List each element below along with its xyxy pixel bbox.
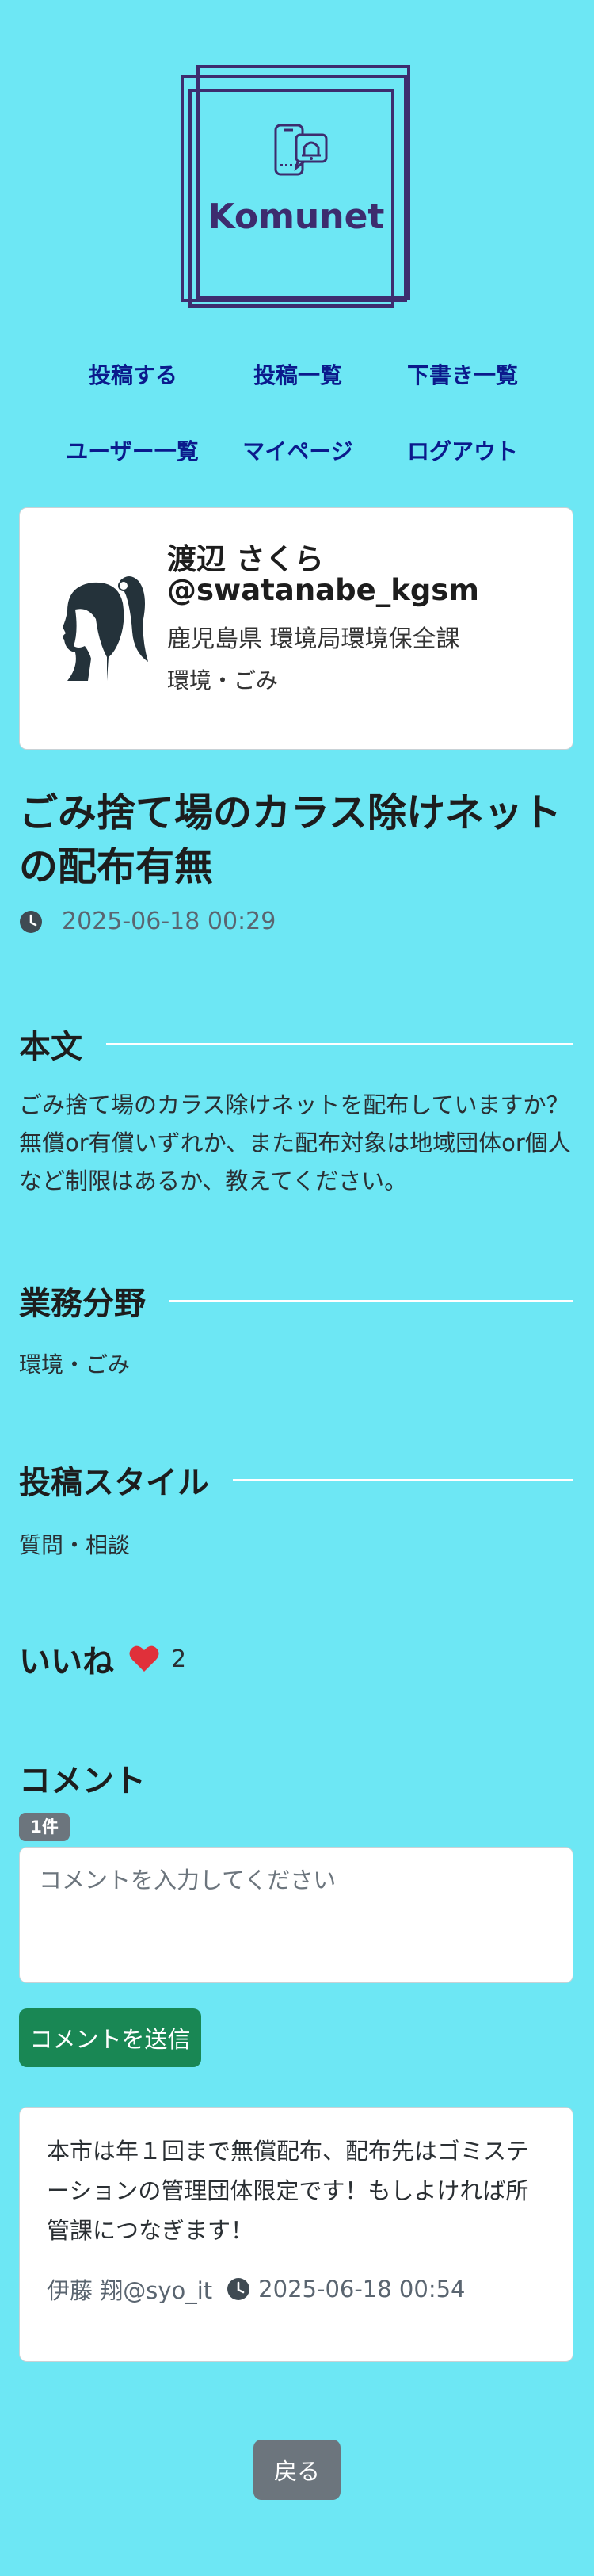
clock-icon [20, 910, 42, 933]
section-divider [169, 1299, 573, 1302]
body-heading-text: 本文 [19, 1029, 82, 1065]
like-count: 2 [171, 1645, 187, 1673]
comment-submit-button[interactable]: コメントを送信 [19, 2008, 201, 2067]
heart-icon[interactable] [128, 1645, 160, 1673]
post-date-row: 2025-06-18 00:29 [19, 908, 276, 935]
author-organization: 鹿児島県 環境局環境保全課 [167, 625, 460, 653]
back-button[interactable]: 戻る [253, 2440, 341, 2500]
like-row: いいね 2 [19, 1636, 186, 1682]
user-silhouette-icon [63, 576, 148, 681]
comment-author[interactable]: 伊藤 翔@syo_it [47, 2272, 212, 2306]
post-body: ごみ捨て場のカラス除けネットを配布していますか？無償or有償いずれか、また配布対… [19, 1091, 571, 1194]
field-section-heading: 業務分野 [19, 1278, 573, 1324]
post-date: 2025-06-18 00:29 [62, 908, 276, 935]
author-handle: @swatanabe_kgsm [167, 573, 479, 607]
post-style: 質問・相談 [19, 1532, 131, 1558]
comment-meta: 伊藤 翔@syo_it 2025-06-18 00:54 [47, 2272, 466, 2306]
phone-bell-icon [274, 124, 328, 176]
comment-input[interactable] [19, 1847, 573, 1983]
nav-post-list-link[interactable]: 投稿一覧 [242, 358, 353, 390]
style-section-heading: 投稿スタイル [19, 1457, 573, 1503]
like-label: いいね [19, 1644, 114, 1680]
comment-count-badge: 1件 [19, 1813, 70, 1841]
post-title: ごみ捨て場のカラス除けネットの配布有無 [19, 790, 562, 889]
author-field: 環境・ごみ [167, 667, 279, 694]
section-divider [233, 1478, 573, 1481]
section-divider [106, 1042, 573, 1045]
comment-text: 本市は年１回まで無償配布、配布先はゴミステーションの管理団体限定です！もしよけれ… [47, 2138, 530, 2244]
nav-mypage-link[interactable]: マイページ [242, 434, 353, 466]
author-profile-card[interactable]: 渡辺 さくら @swatanabe_kgsm 鹿児島県 環境局環境保全課 環境・… [19, 507, 573, 750]
comment-card: 本市は年１回まで無償配布、配布先はゴミステーションの管理団体限定です！もしよけれ… [19, 2107, 573, 2362]
author-name: 渡辺 さくら [167, 542, 324, 576]
nav-users-link[interactable]: ユーザー一覧 [65, 434, 200, 466]
body-section-heading: 本文 [19, 1021, 573, 1067]
clock-icon [227, 2278, 250, 2300]
nav-logout-link[interactable]: ログアウト [404, 434, 521, 466]
nav-drafts-link[interactable]: 下書き一覧 [399, 358, 526, 390]
site-logo[interactable]: Komunet [0, 0, 594, 317]
comment-date: 2025-06-18 00:54 [258, 2276, 466, 2303]
comments-heading: コメント [19, 1763, 146, 1799]
post-field: 環境・ごみ [19, 1351, 131, 1378]
logo-text: Komunet [208, 197, 385, 237]
style-heading-text: 投稿スタイル [19, 1465, 209, 1501]
nav-post-link[interactable]: 投稿する [86, 358, 181, 390]
field-heading-text: 業務分野 [19, 1286, 146, 1322]
